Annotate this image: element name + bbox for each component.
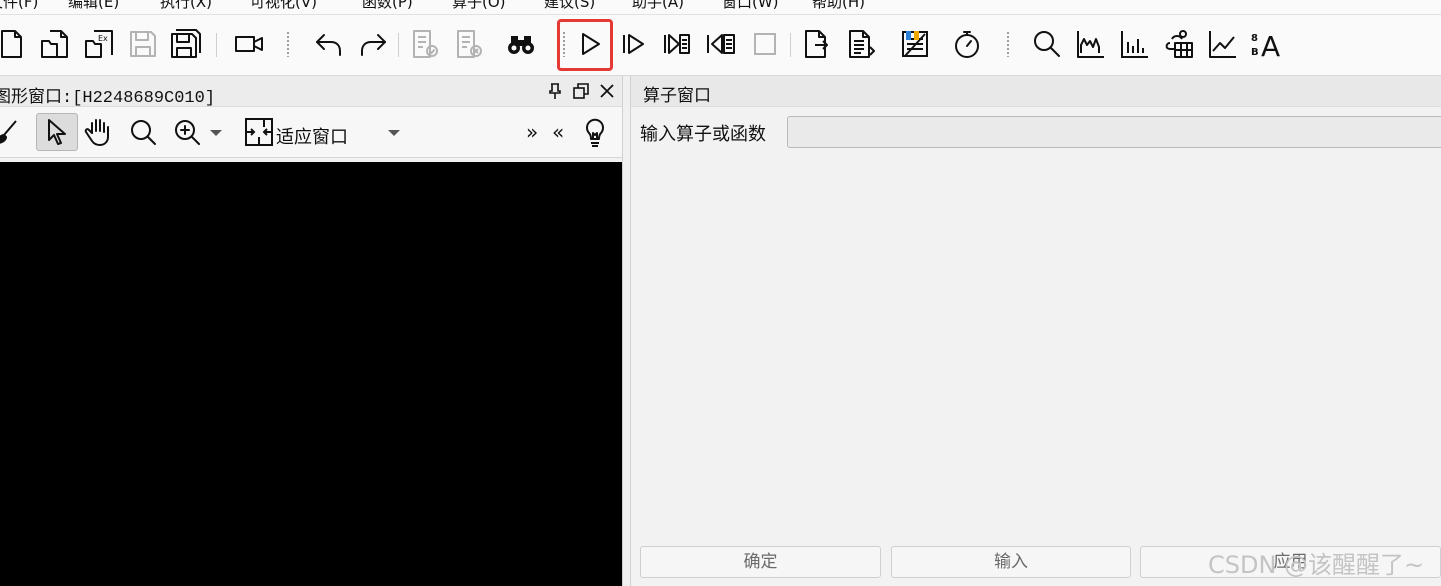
less-tools-icon[interactable]: « xyxy=(552,120,564,144)
svg-text:B: B xyxy=(1251,47,1259,58)
menu-edit[interactable]: 编辑(E) xyxy=(68,0,119,12)
menu-help[interactable]: 帮助(H) xyxy=(812,0,865,12)
pin-icon[interactable] xyxy=(545,81,565,101)
more-tools-icon[interactable]: » xyxy=(526,120,538,144)
image-processing-icon[interactable] xyxy=(898,27,932,61)
graphics-window-titlebar: 图形窗口:[H2248689C010] xyxy=(0,76,622,108)
zoom-in-icon[interactable] xyxy=(170,115,204,149)
region-features-icon[interactable] xyxy=(1162,27,1196,61)
menu-suggestions[interactable]: 建议(S) xyxy=(544,0,595,12)
binoculars-icon[interactable] xyxy=(504,27,538,61)
operator-window: 算子窗口 输入算子或函数 确定 输入 应用 xyxy=(631,76,1441,586)
graphics-window-title: 图形窗口:[H2248689C010] xyxy=(0,89,216,108)
lightbulb-icon[interactable] xyxy=(578,115,612,149)
fit-window-icon[interactable] xyxy=(242,115,276,149)
gray-features-icon[interactable] xyxy=(1206,27,1240,61)
undo-icon[interactable] xyxy=(312,27,346,61)
doc-remove-icon xyxy=(452,27,486,61)
open-example-icon[interactable]: Ex xyxy=(82,27,116,61)
fit-dropdown-chevron-icon[interactable] xyxy=(382,115,406,149)
ok-button[interactable]: 确定 xyxy=(640,546,881,578)
step-into-icon[interactable] xyxy=(660,27,694,61)
svg-text:A: A xyxy=(1261,30,1280,61)
graphics-toolbar: 适应窗口 » « xyxy=(0,107,622,158)
ocr-icon[interactable]: 8 BA xyxy=(1250,27,1284,61)
pointer-tool-button[interactable] xyxy=(36,113,78,151)
image-canvas[interactable] xyxy=(0,162,622,586)
hand-pan-icon[interactable] xyxy=(82,115,116,149)
new-file-icon[interactable] xyxy=(0,27,28,61)
insert-code-icon[interactable] xyxy=(800,27,834,61)
histogram-icon[interactable] xyxy=(1074,27,1108,61)
menu-assistants[interactable]: 助手(A) xyxy=(632,0,684,12)
operator-window-titlebar: 算子窗口 xyxy=(631,76,1441,107)
doc-check-icon xyxy=(408,27,442,61)
menu-window[interactable]: 窗口(W) xyxy=(722,0,779,12)
enter-button[interactable]: 输入 xyxy=(891,546,1131,578)
float-window-icon[interactable] xyxy=(571,81,591,101)
main-toolbar: Ex 8 B A xyxy=(0,14,1441,76)
operator-window-title: 算子窗口 xyxy=(643,86,711,106)
step-out-icon[interactable] xyxy=(704,27,738,61)
zoom-dropdown-chevron-icon[interactable] xyxy=(204,115,228,149)
menu-execute[interactable]: 执行(X) xyxy=(160,0,212,12)
step-over-icon[interactable] xyxy=(616,27,650,61)
graphics-window: 图形窗口:[H2248689C010] 适应窗口 » « xyxy=(0,76,622,586)
export-doc-icon[interactable] xyxy=(844,27,878,61)
close-icon[interactable] xyxy=(597,81,617,101)
watermark: CSDN @该醒醒了~ xyxy=(1208,551,1425,579)
save-all-icon[interactable] xyxy=(168,27,202,61)
open-file-icon[interactable] xyxy=(38,27,72,61)
line-profile-icon[interactable] xyxy=(1118,27,1152,61)
stop-icon xyxy=(748,27,782,61)
operator-search-input[interactable] xyxy=(787,116,1441,148)
fit-window-label[interactable]: 适应窗口 xyxy=(276,123,348,149)
brush-icon[interactable] xyxy=(0,115,24,149)
save-icon xyxy=(126,27,160,61)
panel-splitter[interactable] xyxy=(622,76,631,586)
menu-visualize[interactable]: 可视化(V) xyxy=(250,0,317,12)
menu-procedures[interactable]: 函数(P) xyxy=(362,0,413,12)
menu-bar: 文件(F) 编辑(E) 执行(X) 可视化(V) 函数(P) 算子(O) 建议(… xyxy=(0,0,1441,14)
zoom-icon[interactable] xyxy=(1030,27,1064,61)
operator-input-label: 输入算子或函数 xyxy=(640,124,766,145)
run-button-highlight xyxy=(557,19,613,71)
menu-operators[interactable]: 算子(O) xyxy=(452,0,506,12)
menu-file[interactable]: 文件(F) xyxy=(0,0,38,12)
svg-text:8: 8 xyxy=(1251,33,1258,44)
redo-icon[interactable] xyxy=(356,27,390,61)
svg-text:Ex: Ex xyxy=(98,34,108,43)
zoom-icon[interactable] xyxy=(126,115,160,149)
stopwatch-icon[interactable] xyxy=(950,27,984,61)
record-camera-icon[interactable] xyxy=(232,27,266,61)
